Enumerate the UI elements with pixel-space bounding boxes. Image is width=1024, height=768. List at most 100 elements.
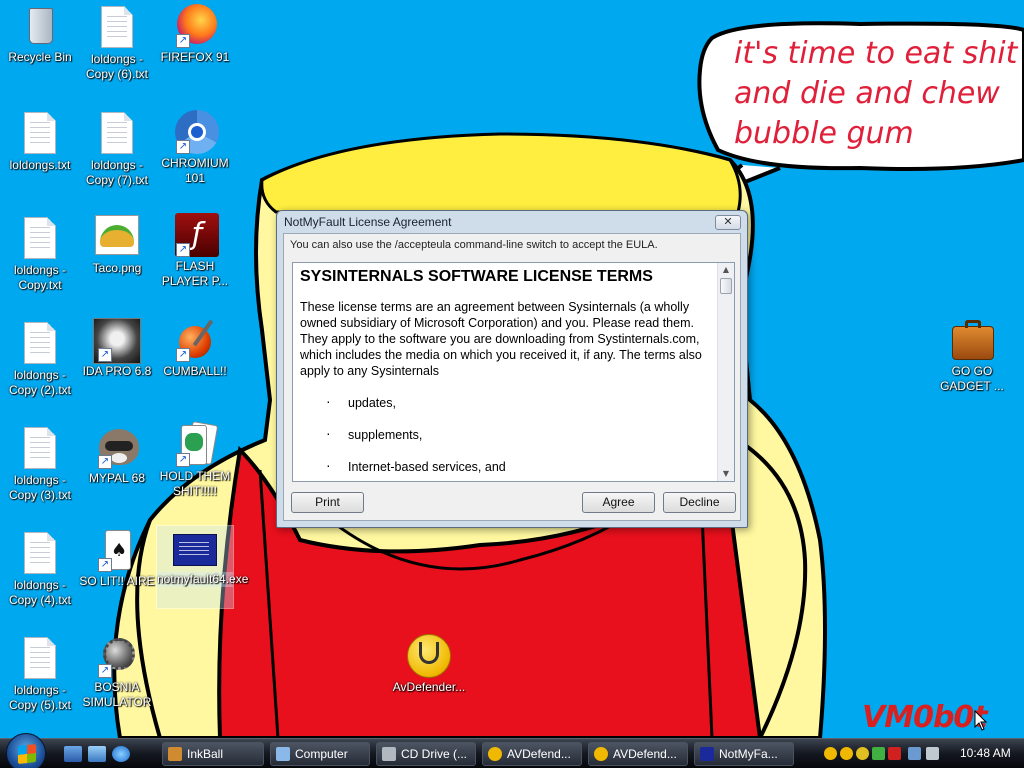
desktop-icon-ida-pro[interactable]: ↗ IDA PRO 6.8 — [77, 318, 157, 379]
mine-icon: ↗ — [97, 634, 137, 678]
desktop-icon-loldongs-copy-7[interactable]: loldongs - Copy (7).txt — [77, 112, 157, 188]
icon-label: CUMBALL!! — [163, 364, 227, 378]
close-button[interactable]: ✕ — [715, 215, 741, 230]
text-file-icon — [97, 112, 137, 156]
briefcase-icon — [952, 318, 994, 362]
taskbar-item-computer[interactable]: Computer — [270, 742, 370, 766]
icon-label: FLASH PLAYER P... — [161, 259, 229, 288]
desktop-icon-loldongs-copy-4[interactable]: loldongs - Copy (4).txt — [0, 532, 80, 608]
desktop-icon-loldongs-copy-6[interactable]: loldongs - Copy (6).txt — [77, 6, 157, 82]
taskbar: InkBall Computer CD Drive (... AVDefend.… — [0, 733, 1024, 768]
start-button[interactable] — [6, 733, 46, 768]
volume-muted-icon[interactable] — [926, 747, 939, 760]
icon-label: MYPAL 68 — [88, 471, 146, 485]
icon-label: loldongs - Copy (5).txt — [8, 683, 71, 712]
stethoscope-icon — [594, 747, 608, 761]
decline-button[interactable]: Decline — [663, 492, 736, 513]
text-file-icon — [20, 637, 60, 681]
icon-label: loldongs - Copy (2).txt — [8, 368, 71, 397]
text-file-icon — [20, 427, 60, 471]
mouse-cursor-icon — [974, 710, 988, 731]
avdefender-tray-icon[interactable] — [824, 747, 837, 760]
desktop-icon-chromium[interactable]: ↗ CHROMIUM 101 — [155, 110, 235, 186]
desktop-icon-loldongs-copy-3[interactable]: loldongs - Copy (3).txt — [0, 427, 80, 503]
taskbar-item-avdefender-1[interactable]: AVDefend... — [482, 742, 582, 766]
desktop-icon-recycle-bin[interactable]: Recycle Bin — [0, 4, 80, 65]
eula-bullet: Internet-based services, and — [326, 457, 717, 475]
desktop-icon-avdefender[interactable]: AvDefender... — [389, 634, 469, 695]
stethoscope-icon — [488, 747, 502, 761]
scroll-down-icon[interactable]: ▼ — [718, 467, 734, 481]
eula-content: SYSINTERNALS SOFTWARE LICENSE TERMS Thes… — [293, 263, 717, 481]
desktop-icon-notmyfault64[interactable]: notmyfault64.exe — [156, 525, 248, 609]
icon-label: SO LIT!! AIRE — [79, 574, 155, 588]
icon-label: loldongs - Copy (6).txt — [85, 52, 148, 81]
taskbar-item-notmyfault[interactable]: NotMyFa... — [694, 742, 794, 766]
internet-explorer-icon[interactable] — [112, 746, 130, 762]
flash-player-icon: ƒ ↗ — [175, 213, 219, 257]
desktop-icon-flash-player[interactable]: ƒ ↗ FLASH PLAYER P... — [155, 213, 235, 289]
icon-label: AvDefender... — [392, 680, 466, 694]
windows-logo-icon — [18, 744, 36, 764]
print-button[interactable]: Print — [291, 492, 364, 513]
desktop-icon-firefox[interactable]: ↗ FIREFOX 91 — [155, 4, 235, 65]
system-tray: 10:48 AM — [818, 739, 1024, 768]
eula-heading: SYSINTERNALS SOFTWARE LICENSE TERMS — [300, 268, 653, 285]
desktop-icon-loldongs-copy-2[interactable]: loldongs - Copy (2).txt — [0, 322, 80, 398]
eula-scrollbar[interactable]: ▲ ▼ — [717, 263, 734, 481]
avdefender-tray-icon[interactable] — [856, 747, 869, 760]
chromium-icon: ↗ — [175, 110, 219, 154]
speech-bubble-text: it's time to eat shit and die and chew b… — [734, 36, 1018, 151]
icon-label: Taco.png — [92, 261, 142, 275]
text-file-icon — [20, 217, 60, 261]
taskbar-item-inkball[interactable]: InkBall — [162, 742, 264, 766]
taskbar-item-cd-drive[interactable]: CD Drive (... — [376, 742, 476, 766]
icon-label: loldongs - Copy.txt — [13, 263, 67, 292]
recycle-bin-icon — [20, 4, 60, 48]
ball-icon: ↗ — [175, 318, 215, 362]
security-tray-icon[interactable] — [872, 747, 885, 760]
cards-icon: ↗ — [175, 421, 219, 467]
taskbar-item-avdefender-2[interactable]: AVDefend... — [588, 742, 688, 766]
show-desktop-icon[interactable] — [64, 746, 82, 762]
taskbar-item-label: InkBall — [187, 747, 224, 761]
desktop-icon-loldongs[interactable]: loldongs.txt — [0, 112, 80, 173]
scroll-thumb[interactable] — [720, 278, 732, 294]
desktop-icon-mypal[interactable]: ↗ MYPAL 68 — [77, 425, 157, 486]
icon-label: BOSNIA SIMULATOR — [82, 680, 152, 709]
bsod-exe-icon — [173, 526, 217, 570]
desktop-icon-solitaire[interactable]: ♠ ↗ SO LIT!! AIRE — [77, 528, 157, 589]
icon-label: loldongs - Copy (7).txt — [85, 158, 148, 187]
desktop-icon-loldongs-copy[interactable]: loldongs - Copy.txt — [0, 217, 80, 293]
warning-tray-icon[interactable] — [888, 747, 901, 760]
inkball-icon — [168, 747, 182, 761]
text-file-icon — [20, 532, 60, 576]
switch-windows-icon[interactable] — [88, 746, 106, 762]
dialog-title: NotMyFault License Agreement — [284, 215, 452, 229]
raccoon-icon: ↗ — [97, 425, 139, 469]
icon-label: loldongs.txt — [9, 158, 71, 172]
taskbar-item-label: CD Drive (... — [401, 747, 467, 761]
firefox-icon: ↗ — [175, 4, 217, 48]
avdefender-tray-icon[interactable] — [840, 747, 853, 760]
clock[interactable]: 10:48 AM — [960, 746, 1011, 760]
icon-label: Recycle Bin — [8, 50, 72, 64]
solitaire-icon: ♠ ↗ — [97, 528, 137, 572]
bsod-exe-icon — [700, 747, 714, 761]
eula-hint-text: You can also use the /accepteula command… — [290, 239, 658, 251]
taskbar-item-label: AVDefend... — [507, 747, 571, 761]
icon-label: loldongs - Copy (3).txt — [8, 473, 71, 502]
artist-signature: VM0b0t — [862, 700, 988, 735]
agree-button[interactable]: Agree — [582, 492, 655, 513]
desktop-icon-cumball[interactable]: ↗ CUMBALL!! — [155, 318, 235, 379]
desktop-icon-hold-them[interactable]: ↗ HOLD THEM SHIT!!!!! — [155, 421, 235, 499]
scroll-up-icon[interactable]: ▲ — [718, 263, 734, 277]
network-tray-icon[interactable] — [908, 747, 921, 760]
taco-image-icon — [95, 215, 139, 259]
desktop-icon-bosnia-simulator[interactable]: ↗ BOSNIA SIMULATOR — [77, 634, 157, 710]
eula-text-box[interactable]: SYSINTERNALS SOFTWARE LICENSE TERMS Thes… — [292, 262, 735, 482]
desktop-icon-loldongs-copy-5[interactable]: loldongs - Copy (5).txt — [0, 637, 80, 713]
desktop-icon-go-go-gadget[interactable]: GO GO GADGET ... — [932, 318, 1012, 394]
desktop-icon-taco[interactable]: Taco.png — [77, 215, 157, 276]
icon-label: CHROMIUM 101 — [161, 156, 229, 185]
